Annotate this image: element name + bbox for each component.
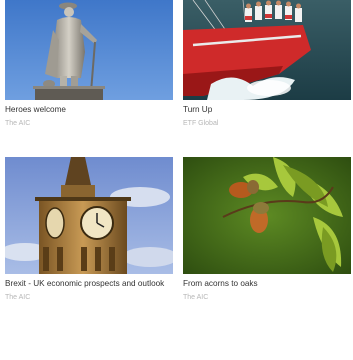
card-title[interactable]: Brexit - UK economic prospects and outlo… — [5, 279, 173, 289]
card-source: The AIC — [5, 294, 31, 301]
article-card[interactable]: Brexit - UK economic prospects and outlo… — [5, 157, 173, 302]
card-title[interactable]: Heroes welcome — [5, 105, 173, 115]
nelson-statue-image[interactable] — [5, 0, 173, 100]
big-ben-image[interactable] — [5, 157, 173, 274]
card-source: ETF Global — [183, 120, 219, 127]
card-source: The AIC — [5, 120, 31, 127]
sailing-yacht-image[interactable] — [183, 0, 351, 100]
card-title[interactable]: From acorns to oaks — [183, 279, 351, 289]
article-card[interactable]: Heroes welcome The AIC — [5, 0, 173, 128]
card-source: The AIC — [183, 294, 209, 301]
card-title[interactable]: Turn Up — [183, 105, 351, 115]
article-card[interactable]: Turn Up ETF Global — [183, 0, 351, 128]
acorns-image[interactable] — [183, 157, 351, 274]
article-card[interactable]: From acorns to oaks The AIC — [183, 157, 351, 302]
